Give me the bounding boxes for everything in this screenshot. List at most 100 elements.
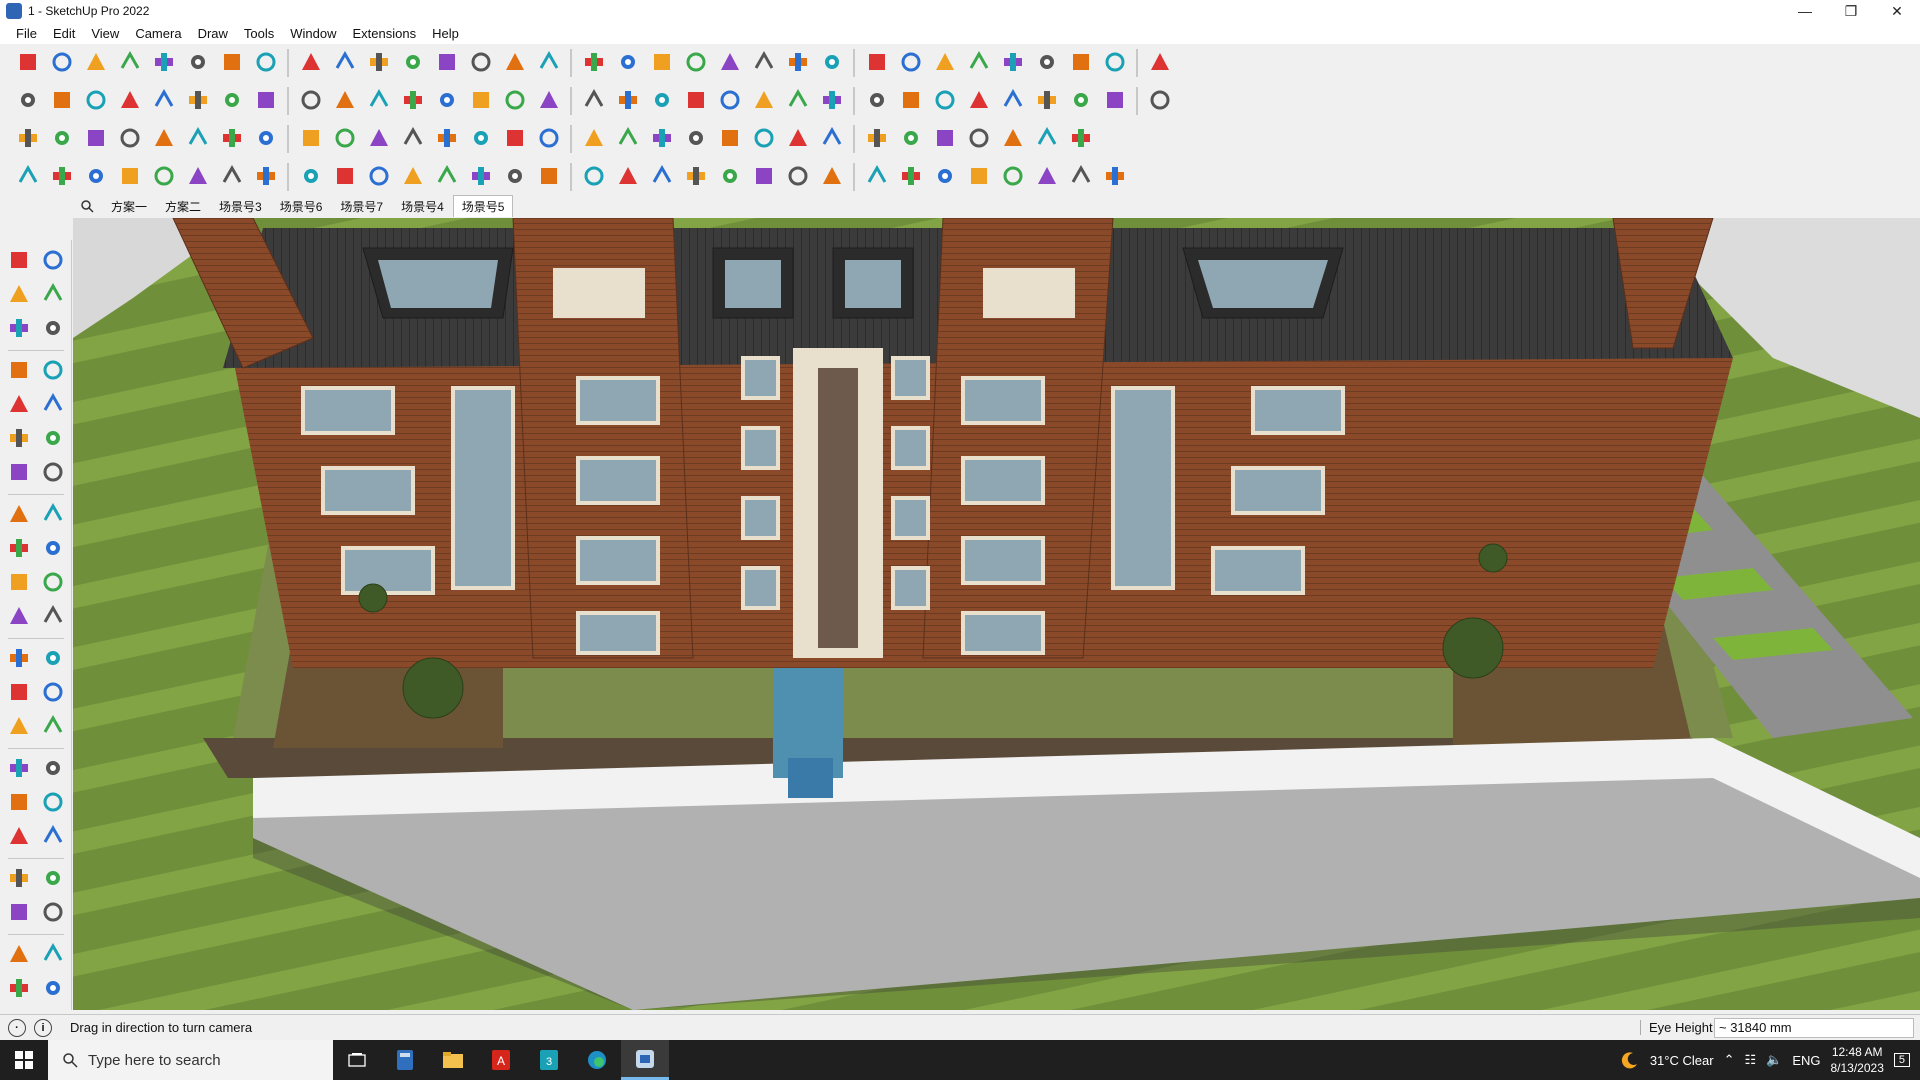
cone-tool-button[interactable]: [1031, 162, 1062, 192]
axes-tool-button[interactable]: [38, 678, 68, 708]
position-camera-tool-button[interactable]: [4, 864, 34, 894]
warehouse-tool-button[interactable]: [1144, 48, 1175, 78]
circle-tool-button[interactable]: [4, 424, 34, 454]
line-tool-button[interactable]: [4, 356, 34, 386]
text-tool-button[interactable]: [38, 644, 68, 674]
arc3-tool-button[interactable]: [38, 500, 68, 530]
join-tool-button[interactable]: [465, 124, 496, 154]
mesh-tool-button[interactable]: [1099, 162, 1130, 192]
zoom-tool-button[interactable]: [4, 788, 34, 818]
redo2-tool-button[interactable]: [782, 124, 813, 154]
edge-app[interactable]: [573, 1040, 621, 1080]
push-pull-tool-button[interactable]: [216, 48, 247, 78]
trim-tool-button[interactable]: [80, 162, 111, 192]
move-tool-button[interactable]: [295, 48, 326, 78]
box-tool-button[interactable]: [12, 86, 43, 116]
line-tool-button[interactable]: [114, 48, 145, 78]
rectangle-tool-button[interactable]: [861, 86, 892, 116]
hand-tool-button[interactable]: [680, 86, 711, 116]
bench-tool-button[interactable]: [612, 86, 643, 116]
measure-tool-button[interactable]: [997, 48, 1028, 78]
geolocation-icon[interactable]: ·: [8, 1018, 26, 1037]
comb-tool-button[interactable]: [816, 162, 847, 192]
view-left-tool-button[interactable]: [216, 86, 247, 116]
bezier-tool-button[interactable]: [963, 86, 994, 116]
scene-search-icon[interactable]: [72, 196, 102, 216]
component-tool-button[interactable]: [816, 48, 847, 78]
close-button[interactable]: ✕: [1874, 0, 1920, 22]
scene-tab[interactable]: 场景号7: [331, 195, 392, 218]
scale-tool-button[interactable]: [363, 48, 394, 78]
eraser-tool-button[interactable]: [38, 280, 68, 310]
textured-tool-button[interactable]: [431, 86, 462, 116]
pan-tool-button[interactable]: [38, 754, 68, 784]
calendar-tool-button[interactable]: [895, 124, 926, 154]
ruby-tool-button[interactable]: [1031, 48, 1062, 78]
arch-tool-button[interactable]: [1065, 162, 1096, 192]
layers-tool-button[interactable]: [4, 974, 34, 1004]
scene-tab-active[interactable]: 场景号5: [452, 195, 514, 217]
path-tool-button[interactable]: [46, 162, 77, 192]
hidden-line-tool-button[interactable]: [363, 86, 394, 116]
styles-tool-button[interactable]: [38, 974, 68, 1004]
link-tool-button[interactable]: [329, 124, 360, 154]
gear-tool-button[interactable]: [646, 86, 677, 116]
clock[interactable]: 12:48 AM 8/13/2023: [1830, 1044, 1883, 1076]
start-button[interactable]: [0, 1040, 48, 1080]
up-down-tool-button[interactable]: [929, 48, 960, 78]
view-bottom-tool-button[interactable]: [250, 86, 281, 116]
section-tool-button[interactable]: [38, 898, 68, 928]
solid-tool-button[interactable]: [997, 86, 1028, 116]
menu-tools[interactable]: Tools: [236, 26, 282, 41]
view-iso-tool-button[interactable]: [46, 86, 77, 116]
stack-tool-button[interactable]: [963, 162, 994, 192]
house-tool-button[interactable]: [499, 86, 530, 116]
ring-tool-button[interactable]: [748, 124, 779, 154]
table-tool-button[interactable]: [963, 124, 994, 154]
volume-icon[interactable]: 🔈: [1766, 1052, 1782, 1068]
home-tool-button[interactable]: [578, 86, 609, 116]
zoom-extents-tool-button[interactable]: [4, 822, 34, 852]
leaf-tool-button[interactable]: [533, 162, 564, 192]
menu-help[interactable]: Help: [424, 26, 467, 41]
walk-tool-button[interactable]: [4, 898, 34, 928]
lines-tool-button[interactable]: [748, 162, 779, 192]
polygon-tool-button[interactable]: [782, 86, 813, 116]
shape-tool-button[interactable]: [182, 48, 213, 78]
zoom-tool-button[interactable]: [578, 48, 609, 78]
arc3-tool-button[interactable]: [329, 162, 360, 192]
chevron-up-icon[interactable]: ⌃: [1724, 1052, 1735, 1068]
rotated-rect-tool-button[interactable]: [895, 86, 926, 116]
arc-tool-button[interactable]: [148, 48, 179, 78]
menu-view[interactable]: View: [83, 26, 127, 41]
tape2-tool-button[interactable]: [4, 644, 34, 674]
orbit-tool-button[interactable]: [499, 48, 530, 78]
styles-tool-button[interactable]: [748, 48, 779, 78]
redo-tool-button[interactable]: [1099, 48, 1130, 78]
ruler2-tool-button[interactable]: [1099, 86, 1130, 116]
arc-tool-button[interactable]: [4, 458, 34, 488]
eraser-tool-button[interactable]: [80, 48, 111, 78]
cross-tool-button[interactable]: [397, 124, 428, 154]
gear2-tool-button[interactable]: [114, 162, 145, 192]
undo-tool-button[interactable]: [1065, 48, 1096, 78]
arc2-tool-button[interactable]: [38, 458, 68, 488]
red-square-tool-button[interactable]: [182, 124, 213, 154]
scene-tool-button[interactable]: [895, 48, 926, 78]
grid-tool-button[interactable]: [929, 124, 960, 154]
select-tool-button[interactable]: [4, 246, 34, 276]
view-top-tool-button[interactable]: [80, 86, 111, 116]
vertex-tool-button[interactable]: [12, 162, 43, 192]
section-tool-button[interactable]: [646, 48, 677, 78]
sketchup-app[interactable]: [621, 1040, 669, 1080]
fence-tool-button[interactable]: [680, 162, 711, 192]
dome-tool-button[interactable]: [861, 162, 892, 192]
ellipse-tool-button[interactable]: [816, 86, 847, 116]
blocks-tool-button[interactable]: [929, 162, 960, 192]
menu-window[interactable]: Window: [282, 26, 344, 41]
stair-tool-button[interactable]: [250, 162, 281, 192]
node-tool-button[interactable]: [680, 124, 711, 154]
ruler-tool-button[interactable]: [1065, 86, 1096, 116]
wing-tool-button[interactable]: [578, 162, 609, 192]
list-tool-button[interactable]: [216, 124, 247, 154]
